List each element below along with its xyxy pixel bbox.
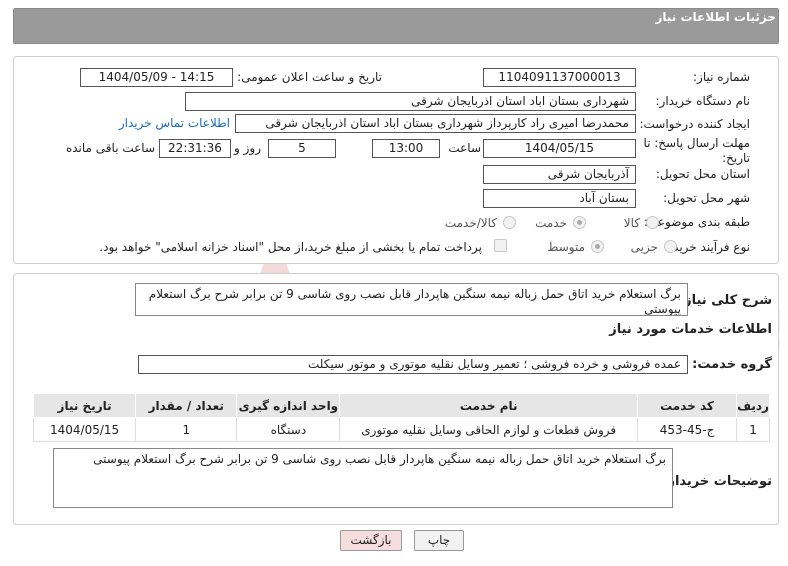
col-unit: واحد اندازه گیری	[236, 393, 341, 418]
services-table: ردیف کد خدمت نام خدمت واحد اندازه گیری ت…	[32, 393, 770, 442]
buyer-notes-label: توضیحات خریدار:	[662, 474, 772, 489]
remaining-label: ساعت باقی مانده	[65, 141, 155, 155]
category-label: طبقه بندی موضوعی:	[643, 215, 750, 229]
info-panel	[13, 56, 779, 264]
service-group-field: عمده فروشی و خرده فروشی ؛ تعمیر وسایل نق…	[138, 355, 688, 374]
province-label: استان محل تحویل:	[655, 167, 750, 181]
category-radio-service[interactable]	[573, 216, 586, 229]
cell-quantity: 1	[135, 417, 238, 442]
summary-label: شرح کلی نیاز:	[678, 293, 772, 308]
province-field: آذربایجان شرقی	[483, 165, 636, 184]
days-label: روز و	[234, 141, 261, 155]
page-title: جزئیات اطلاعات نیاز	[655, 10, 776, 24]
treasury-checkbox[interactable]	[494, 239, 507, 252]
col-row-number: ردیف	[736, 393, 770, 418]
category-option-goods: کالا	[623, 216, 640, 230]
summary-textarea[interactable]: برگ استعلام خرید اتاق حمل زباله نیمه سنگ…	[135, 283, 688, 316]
cell-service-name: فروش قطعات و لوازم الحاقی وسایل نقلیه مو…	[339, 417, 638, 442]
deadline-label-2: تاریخ:	[722, 151, 750, 165]
col-need-date: تاریخ نیاز	[32, 393, 137, 418]
deadline-time-label: ساعت	[448, 141, 481, 155]
deadline-label: مهلت ارسال پاسخ: تا	[643, 136, 750, 150]
process-option-medium: متوسط	[547, 240, 585, 254]
city-label: شهر محل تحویل:	[663, 191, 750, 205]
process-label: نوع فرآیند خرید :	[665, 240, 750, 254]
payment-note: پرداخت تمام یا بخشی از مبلغ خرید،از محل …	[99, 240, 482, 254]
category-radio-goods-service[interactable]	[503, 216, 516, 229]
remaining-time-field: 22:31:36	[159, 139, 231, 158]
buyer-org-field: شهرداری بستان اباد استان اذربایجان شرقی	[185, 92, 636, 111]
creator-field: محمدرضا امیری راد کارپرداز شهرداری بستان…	[235, 114, 636, 133]
city-field: بستان آباد	[483, 189, 636, 208]
days-field: 5	[268, 139, 336, 158]
service-group-label: گروه خدمت:	[692, 357, 772, 372]
deadline-time-field: 13:00	[372, 139, 440, 158]
contact-buyer-link[interactable]: اطلاعات تماس خریدار	[119, 116, 230, 130]
process-radio-minor[interactable]	[664, 240, 677, 253]
services-section-title: اطلاعات خدمات مورد نیاز	[609, 322, 772, 337]
announce-field: 1404/05/09 - 14:15	[80, 68, 233, 87]
category-option-service: خدمت	[535, 216, 567, 230]
col-service-code: کد خدمت	[636, 393, 738, 418]
table-row: 1 ج-45-453 فروش قطعات و لوازم الحاقی وسا…	[32, 417, 770, 442]
cell-row-number: 1	[736, 417, 770, 442]
back-button[interactable]: بازگشت	[340, 530, 402, 551]
print-button[interactable]: چاپ	[414, 530, 464, 551]
category-option-goods-service: کالا/خدمت	[444, 216, 497, 230]
col-service-name: نام خدمت	[339, 393, 638, 418]
buyer-org-label: نام دستگاه خریدار:	[655, 94, 751, 108]
announce-label: تاریخ و ساعت اعلان عمومی:	[237, 70, 382, 84]
process-option-minor: جزیی	[630, 240, 658, 254]
need-number-field: 1104091137000013	[483, 68, 636, 87]
need-number-label: شماره نیاز:	[693, 70, 750, 84]
deadline-date-field: 1404/05/15	[483, 139, 636, 158]
category-radio-goods[interactable]	[646, 216, 659, 229]
cell-service-code: ج-45-453	[636, 417, 738, 442]
cell-unit: دستگاه	[236, 417, 341, 442]
services-table-header: ردیف کد خدمت نام خدمت واحد اندازه گیری ت…	[32, 393, 770, 418]
cell-need-date: 1404/05/15	[32, 417, 137, 442]
process-radio-medium[interactable]	[591, 240, 604, 253]
buyer-notes-textarea[interactable]: برگ استعلام خرید اتاق حمل زباله نیمه سنگ…	[53, 448, 673, 508]
col-quantity: تعداد / مقدار	[135, 393, 238, 418]
creator-label: ایجاد کننده درخواست:	[639, 117, 750, 131]
